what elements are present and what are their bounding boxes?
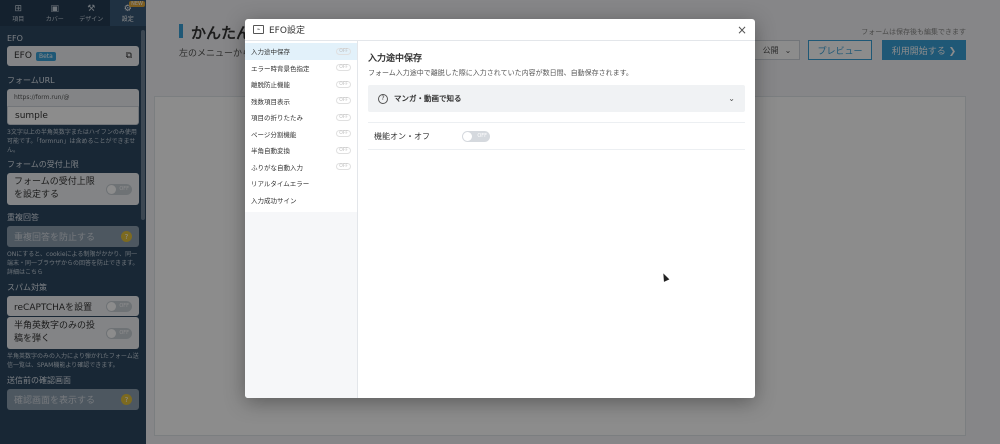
menu-item-state: OFF — [336, 113, 351, 121]
menu-item-collapse[interactable]: 項目の折りたたみ OFF — [245, 109, 357, 126]
menu-item-state: OFF — [336, 146, 351, 154]
menu-item-state: OFF — [336, 97, 351, 105]
close-icon[interactable]: × — [737, 24, 747, 36]
menu-item-success-sign[interactable]: 入力成功サイン — [245, 192, 357, 209]
feature-toggle[interactable]: OFF — [462, 130, 490, 142]
content-title: 入力途中保存 — [368, 54, 423, 64]
modal-body: 入力途中保存 OFF エラー時背景色指定 OFF 離脱防止機能 OFF 残数項目表示 O… — [245, 41, 755, 398]
menu-item-page-split[interactable]: ページ分割機能 OFF — [245, 126, 357, 143]
question-icon: ? — [378, 93, 388, 104]
feature-toggle-row: 機能オン・オフ OFF — [368, 122, 745, 150]
efo-menu-list: 入力途中保存 OFF エラー時背景色指定 OFF 離脱防止機能 OFF 残数項目表示 O… — [245, 41, 357, 212]
chart-icon: ⌁ — [253, 25, 264, 34]
feature-toggle-label: 機能オン・オフ — [374, 131, 430, 141]
chevron-down-icon: ⌄ — [728, 94, 735, 103]
menu-item-error-bg[interactable]: エラー時背景色指定 OFF — [245, 60, 357, 77]
menu-item-state: OFF — [336, 130, 351, 138]
menu-item-halfwidth-convert[interactable]: 半角自動変換 OFF — [245, 142, 357, 159]
menu-item-exit-prevent[interactable]: 離脱防止機能 OFF — [245, 76, 357, 93]
menu-item-realtime-error[interactable]: リアルタイムエラー — [245, 175, 357, 192]
menu-item-state: OFF — [336, 163, 351, 171]
content-description: フォーム入力途中で離脱した際に入力されていた内容が数日間、自動保存されます。 — [368, 69, 633, 77]
menu-item-autosave[interactable]: 入力途中保存 OFF — [245, 43, 357, 60]
efo-settings-modal: ⌁ EFO設定 × 入力途中保存 OFF エラー時背景色指定 OFF 離脱防止機能 O… — [245, 19, 755, 398]
manga-video-accordion[interactable]: ? マンガ・動画で知る ⌄ — [368, 85, 745, 112]
menu-item-state: OFF — [336, 80, 351, 88]
efo-menu: 入力途中保存 OFF エラー時背景色指定 OFF 離脱防止機能 OFF 残数項目表示 O… — [245, 41, 358, 398]
menu-item-state: OFF — [336, 64, 351, 72]
modal-header: ⌁ EFO設定 × — [245, 19, 755, 41]
menu-item-furigana[interactable]: ふりがな自動入力 OFF — [245, 159, 357, 176]
efo-content: 入力途中保存 フォーム入力途中で離脱した際に入力されていた内容が数日間、自動保存… — [358, 41, 755, 398]
menu-item-remaining-count[interactable]: 残数項目表示 OFF — [245, 93, 357, 110]
menu-item-state: OFF — [336, 47, 351, 55]
modal-title: EFO設定 — [269, 26, 305, 36]
menu-spacer — [245, 208, 357, 212]
